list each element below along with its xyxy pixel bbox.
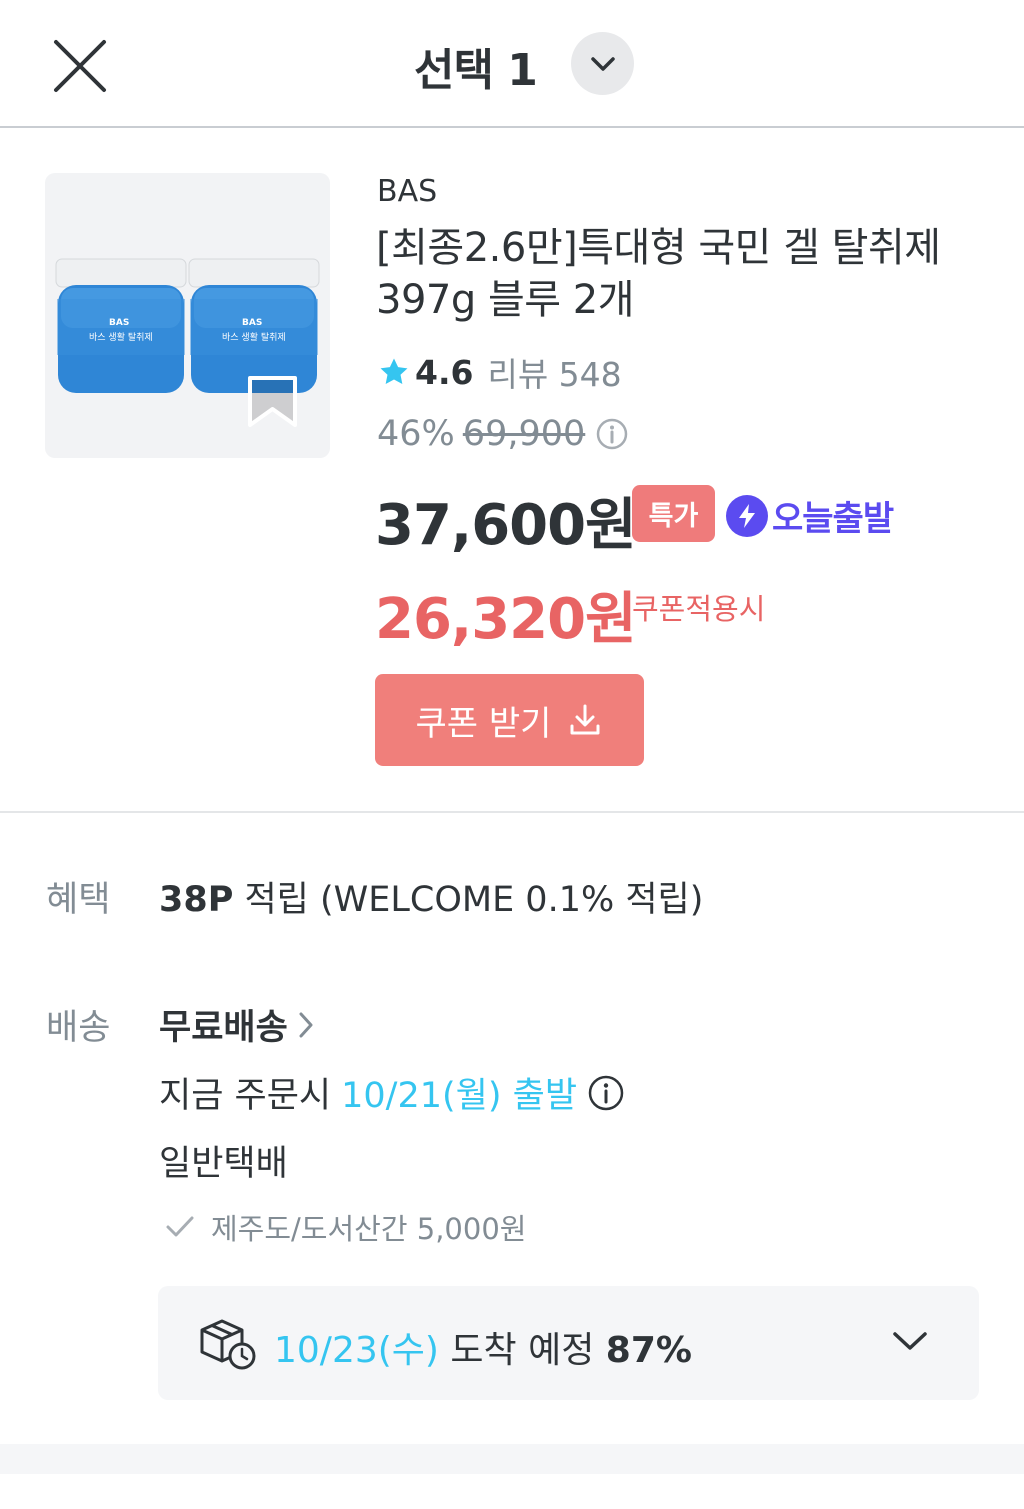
header-bar: 선택 1 <box>0 0 1024 128</box>
rating-row[interactable]: 4.6 리뷰 548 <box>377 348 622 396</box>
original-price-row: 46% 69,900 <box>377 414 629 454</box>
order-prefix: 지금 주문시 <box>159 1076 332 1116</box>
departure-date: 10/21(월) 출발 <box>341 1076 578 1116</box>
jar2-brand: BAS <box>242 318 263 328</box>
jar1-label: 바스 생활 탈취제 <box>89 333 153 343</box>
arrival-text: 10/23(수) 도착 예정 87% <box>274 1321 692 1373</box>
benefit-desc: 적립 (WELCOME 0.1% 적립) <box>233 880 704 920</box>
section-gap <box>0 1444 1024 1474</box>
coupon-download-button[interactable]: 쿠폰 받기 <box>375 674 644 766</box>
arrival-estimate-toggle[interactable]: 10/23(수) 도착 예정 87% <box>158 1286 979 1400</box>
discount-rate: 46% <box>377 414 455 454</box>
info-icon[interactable] <box>595 417 629 451</box>
check-icon <box>166 1216 194 1237</box>
box-clock-icon <box>198 1316 258 1376</box>
free-shipping-label: 무료배송 <box>159 1008 288 1048</box>
product-brand[interactable]: BAS <box>377 174 437 209</box>
benefit-text: 38P 적립 (WELCOME 0.1% 적립) <box>159 871 703 922</box>
coupon-button-label: 쿠폰 받기 <box>415 703 552 744</box>
benefit-points: 38P <box>159 880 234 920</box>
arrival-date: 10/23(수) <box>274 1330 439 1371</box>
extra-fee-text: 제주도/도서산간 5,000원 <box>211 1212 527 1246</box>
shipping-type: 일반택배 <box>159 1144 288 1184</box>
jar2-label: 바스 생활 탈취제 <box>222 333 286 343</box>
info-icon[interactable] <box>587 1074 625 1112</box>
option-dropdown-button[interactable] <box>571 32 634 95</box>
benefit-label: 혜택 <box>46 880 111 920</box>
shipping-label: 배송 <box>46 1008 111 1048</box>
jar1-brand: BAS <box>109 318 130 328</box>
arrival-label: 도착 예정 <box>438 1330 606 1371</box>
coupon-note: 쿠폰적용시 <box>632 592 766 626</box>
close-button[interactable] <box>50 36 110 96</box>
close-icon <box>54 40 106 92</box>
bookmark-icon <box>248 376 297 427</box>
sale-price: 37,600원 <box>375 493 637 558</box>
free-shipping-link[interactable]: 무료배송 <box>159 999 318 1050</box>
review-count: 리뷰 548 <box>487 355 622 394</box>
sale-badge: 특가 <box>632 485 715 542</box>
lightning-icon <box>726 494 768 537</box>
chevron-right-icon <box>299 1012 313 1037</box>
page-title: 선택 1 <box>414 45 538 96</box>
today-departure-badge: 오늘출발 <box>726 491 894 540</box>
section-divider <box>0 811 1024 813</box>
chevron-down-icon <box>890 1326 930 1360</box>
product-name: [최종2.6만]특대형 국민 겔 탈취제 397g 블루 2개 <box>376 225 941 323</box>
today-label: 오늘출발 <box>772 499 894 539</box>
extra-shipping-fee: 제주도/도서산간 5,000원 <box>165 1206 526 1248</box>
departure-info: 지금 주문시 10/21(월) 출발 <box>159 1067 625 1118</box>
star-icon <box>380 358 408 385</box>
download-icon <box>567 702 603 738</box>
arrival-percent: 87% <box>605 1330 692 1371</box>
original-price: 69,900 <box>462 414 586 454</box>
chevron-down-icon <box>590 56 615 71</box>
coupon-price: 26,320원 <box>375 587 637 652</box>
bookmark-button[interactable] <box>245 375 300 430</box>
rating-score: 4.6 <box>415 352 474 392</box>
